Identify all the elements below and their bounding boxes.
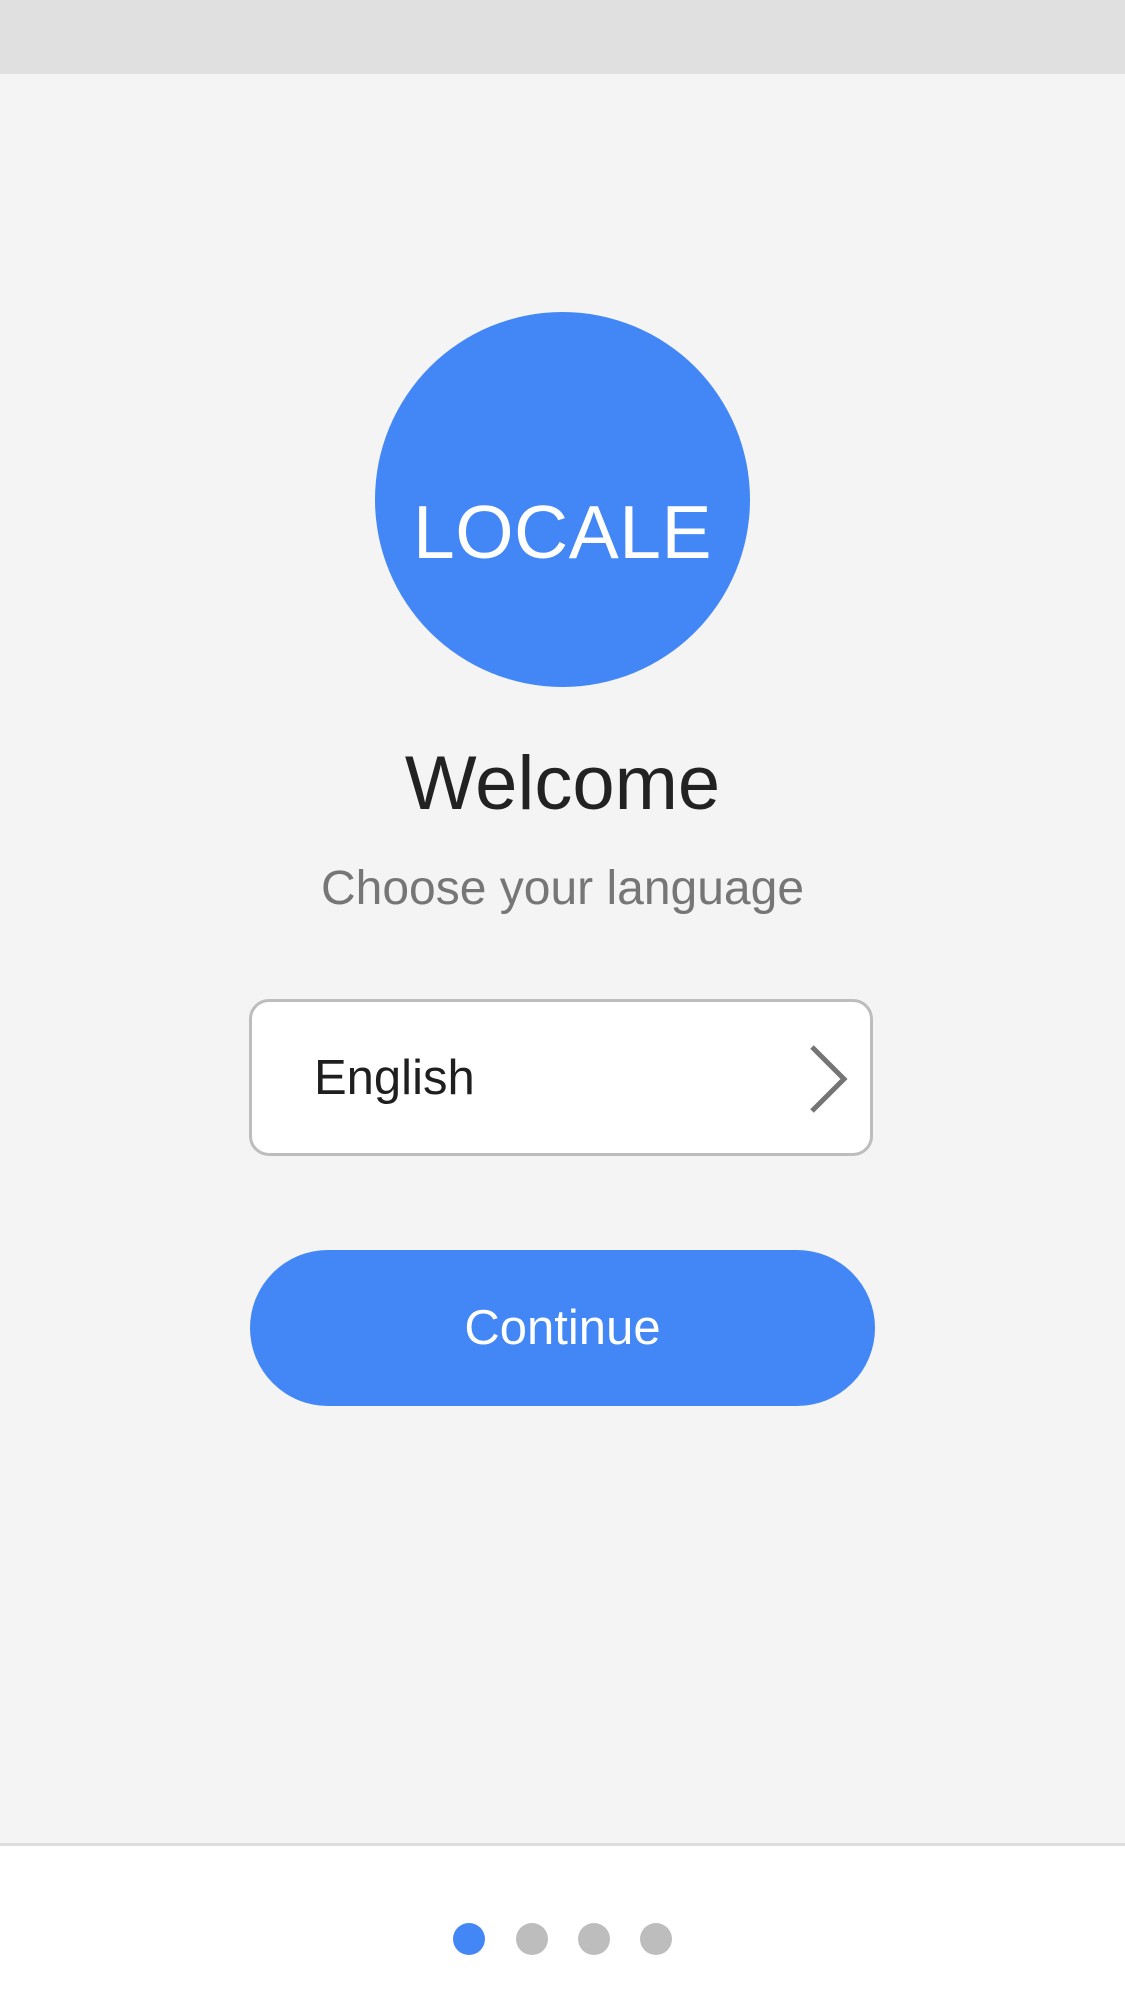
page-indicator-dot[interactable] [640, 1923, 672, 1955]
language-select-value: English [314, 1051, 475, 1105]
onboarding-footer [0, 1843, 1125, 2003]
app-logo: LOCALE [375, 312, 750, 687]
language-select[interactable]: English [249, 999, 873, 1156]
chevron-right-icon [810, 1045, 848, 1113]
status-bar [0, 0, 1125, 74]
welcome-subtitle: Choose your language [320, 862, 805, 915]
continue-button[interactable]: Continue [250, 1250, 875, 1406]
page-indicator-dot[interactable] [516, 1923, 548, 1955]
page-indicator-dot[interactable] [578, 1923, 610, 1955]
page-indicator-dot[interactable] [453, 1923, 485, 1955]
welcome-title: Welcome [404, 741, 721, 826]
logo-text: LOCALE [413, 490, 712, 574]
